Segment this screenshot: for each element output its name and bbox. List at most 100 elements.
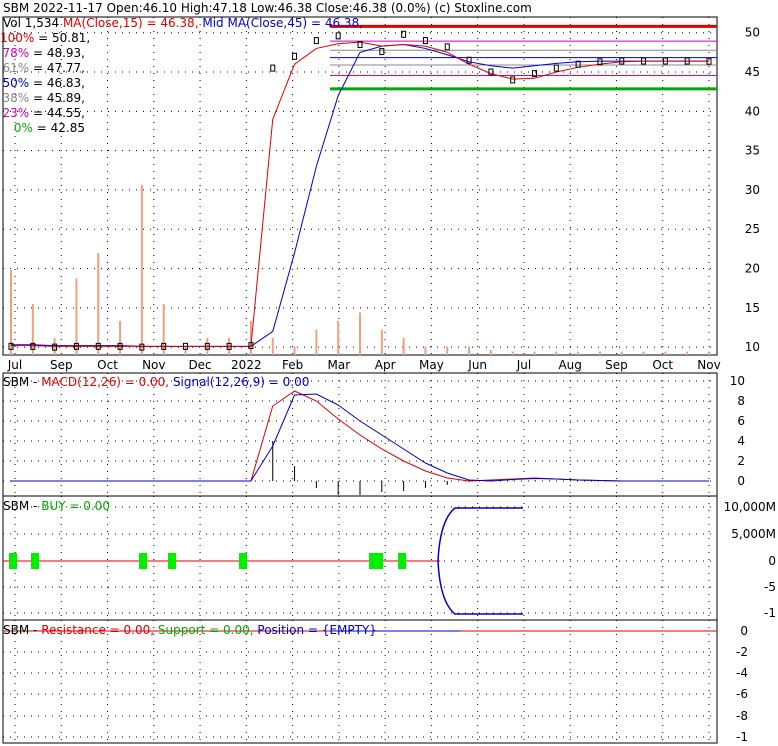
price-bar-19 bbox=[422, 37, 428, 45]
volume-bar-5 bbox=[119, 321, 122, 355]
fib-level-0: 100% = 50.81, bbox=[0, 31, 90, 45]
fib-level-4: 38% = 45.89, bbox=[0, 91, 85, 105]
volume-bar-32 bbox=[708, 351, 710, 355]
res-y-tick-0: 0 bbox=[740, 624, 748, 638]
ma15-label: MA(Close,15) = 46.38, bbox=[62, 16, 199, 30]
fib-pct: 38% bbox=[2, 91, 30, 105]
volume-bar-29 bbox=[642, 351, 645, 355]
buy-signal-curve bbox=[437, 507, 523, 615]
fib-level-6: 0% = 42.85 bbox=[0, 121, 85, 135]
price-x-tick-5: 2022 bbox=[231, 358, 262, 372]
buy-y-tick-0: 10,000M bbox=[724, 500, 776, 514]
buy-marker-2 bbox=[139, 553, 147, 569]
macd-histogram bbox=[272, 441, 535, 495]
fib-value: = 45.89, bbox=[32, 91, 85, 105]
price-y-tick-0: 10 bbox=[745, 340, 760, 354]
price-x-tick-15: Nov bbox=[697, 358, 720, 372]
fib-lines bbox=[330, 24, 717, 91]
buy-symbol: SBM bbox=[3, 499, 30, 513]
volume-bar-13 bbox=[293, 346, 296, 355]
buy-y-ticks: 10,000M 5,000M 0 -5 -1 bbox=[724, 500, 776, 620]
volume-bar-20 bbox=[446, 346, 449, 355]
price-series bbox=[8, 30, 712, 351]
low-label: Low: bbox=[250, 1, 278, 15]
volume-bar-30 bbox=[664, 351, 667, 355]
price-bar-14 bbox=[313, 37, 319, 45]
fib-pct: 100% bbox=[0, 31, 35, 45]
volume-bar-17 bbox=[380, 329, 383, 355]
price-x-tick-6: Feb bbox=[282, 358, 303, 372]
volume-bars bbox=[10, 185, 710, 355]
price-x-tick-2: Oct bbox=[97, 358, 118, 372]
fib-value: = 48.93, bbox=[32, 46, 85, 60]
price-y-tick-7: 45 bbox=[745, 65, 760, 79]
resistance-grid bbox=[3, 620, 717, 743]
volume-bar-8 bbox=[184, 346, 187, 355]
price-y-ticks: 10 15 20 25 30 35 40 45 50 bbox=[745, 26, 760, 354]
price-y-tick-8: 50 bbox=[745, 26, 760, 40]
resistance-title: SBM - Resistance = 0.00, Support = 0.00,… bbox=[3, 623, 377, 637]
price-x-tick-11: Jul bbox=[516, 358, 531, 372]
res-y-tick-1: -2 bbox=[736, 645, 748, 659]
volume-bar-12 bbox=[271, 338, 274, 355]
fib-value: = 42.85 bbox=[36, 121, 85, 135]
open-label: Open: bbox=[106, 1, 143, 15]
fib-value: = 47.77, bbox=[32, 61, 85, 75]
copyright: (c) Stoxline.com bbox=[434, 1, 532, 15]
volume-bar-7 bbox=[162, 304, 165, 355]
chart-header: SBM 2022-11-17 Open:46.10 High:47.18 Low… bbox=[3, 1, 532, 15]
buy-grid bbox=[3, 496, 717, 620]
buy-title: SBM - BUY = 0.00 bbox=[3, 499, 110, 513]
buy-marker-4 bbox=[239, 553, 247, 569]
volume-bar-23 bbox=[511, 351, 514, 355]
buy-y-tick-3: -5 bbox=[764, 580, 776, 594]
macd-panel: 10 8 6 4 2 0 bbox=[2, 372, 745, 497]
symbol: SBM bbox=[3, 1, 30, 15]
signal-line bbox=[11, 393, 709, 482]
volume-bar-25 bbox=[555, 351, 558, 355]
high-value: 47.18 bbox=[212, 1, 247, 15]
res-symbol: SBM bbox=[3, 623, 30, 637]
ma45-label: Mid MA(Close,45) = 46.38, bbox=[202, 16, 364, 30]
volume-bar-31 bbox=[686, 351, 689, 355]
buy-marker-3 bbox=[168, 553, 176, 569]
fib-value: = 46.83, bbox=[32, 76, 85, 90]
fib-value: = 50.81, bbox=[38, 31, 91, 45]
fib-pct: 0% bbox=[13, 121, 33, 135]
macd-y-tick-4: 2 bbox=[737, 454, 745, 468]
fib-value: = 44.55, bbox=[32, 106, 85, 120]
volume-bar-15 bbox=[337, 321, 340, 355]
price-y-tick-6: 40 bbox=[745, 104, 760, 118]
res-y-tick-3: -6 bbox=[736, 687, 748, 701]
price-y-tick-5: 35 bbox=[745, 144, 760, 158]
volume-bar-0 bbox=[10, 270, 12, 355]
volume-bar-28 bbox=[620, 351, 623, 355]
price-bar-15 bbox=[335, 32, 341, 40]
macd-y-tick-1: 8 bbox=[737, 394, 745, 408]
volume-bar-4 bbox=[97, 253, 100, 355]
fib-pct: 23% bbox=[2, 106, 30, 120]
price-y-tick-1: 15 bbox=[745, 301, 760, 315]
buy-label: BUY = 0.00 bbox=[41, 499, 110, 513]
low-value: 46.38 bbox=[277, 1, 313, 15]
volume-bar-19 bbox=[424, 346, 427, 355]
price-x-tick-1: Sep bbox=[50, 358, 73, 372]
price-bar-20 bbox=[444, 43, 450, 51]
price-x-tick-0: Jul bbox=[7, 358, 22, 372]
macd-y-tick-0: 10 bbox=[730, 374, 745, 388]
price-bar-18 bbox=[401, 30, 407, 38]
fib-level-3: 50% = 46.83, bbox=[0, 76, 85, 90]
close-label: Close: bbox=[315, 1, 353, 15]
res-y-tick-4: -8 bbox=[736, 709, 748, 723]
price-panel: 10 15 20 25 30 35 40 45 50 Jul Sep Oct Nov Dec 2022 Fe… bbox=[2, 16, 760, 372]
macd-y-tick-2: 6 bbox=[737, 414, 745, 428]
volume-bar-1 bbox=[31, 304, 34, 355]
fib-pct: 78% bbox=[2, 46, 30, 60]
buy-y-tick-2: 0 bbox=[768, 554, 776, 568]
price-x-tick-14: Oct bbox=[652, 358, 673, 372]
signal-label: Signal(12,26,9) = 0.00 bbox=[172, 375, 310, 389]
price-bar-25 bbox=[553, 64, 559, 72]
price-bar-23 bbox=[510, 76, 516, 84]
price-bar-13 bbox=[292, 52, 298, 60]
buy-panel: 10,000M 5,000M 0 -5 -1 bbox=[2, 495, 776, 621]
